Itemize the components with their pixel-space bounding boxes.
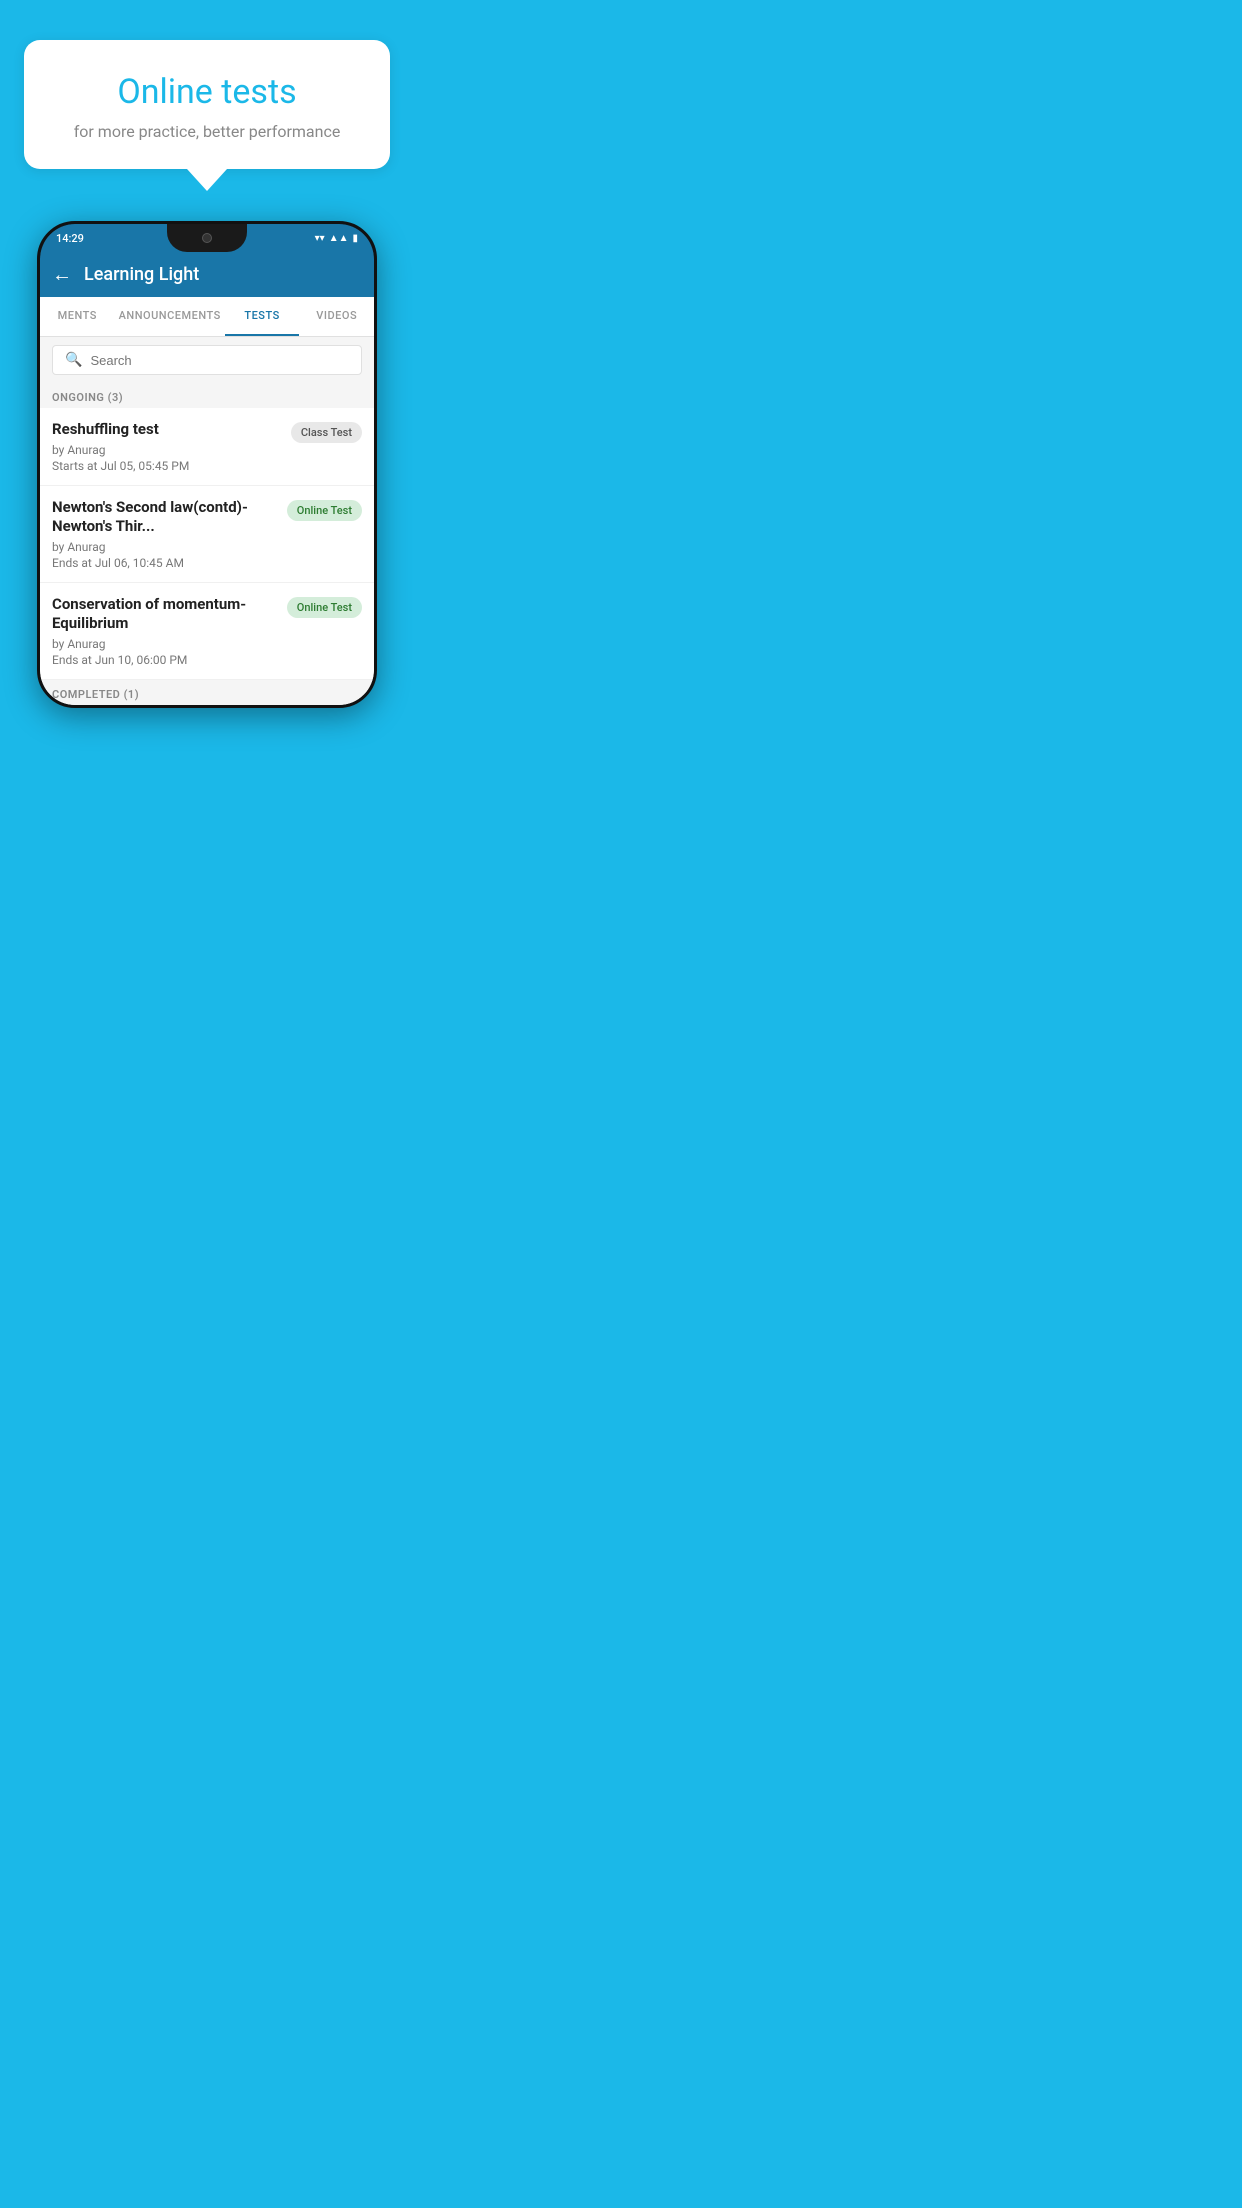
test-author: by Anurag bbox=[52, 540, 279, 554]
notch-camera bbox=[202, 233, 212, 243]
app-header: ← Learning Light bbox=[40, 252, 374, 297]
tab-ments[interactable]: MENTS bbox=[40, 297, 115, 336]
test-time: Ends at Jun 10, 06:00 PM bbox=[52, 653, 279, 667]
speech-bubble-card: Online tests for more practice, better p… bbox=[24, 40, 390, 169]
test-title: Newton's Second law(contd)-Newton's Thir… bbox=[52, 498, 279, 537]
status-time: 14:29 bbox=[56, 232, 84, 245]
test-badge: Online Test bbox=[287, 500, 362, 521]
test-author: by Anurag bbox=[52, 637, 279, 651]
signal-icon: ▲▲ bbox=[329, 233, 349, 244]
search-icon: 🔍 bbox=[65, 352, 82, 368]
volume-down-button bbox=[37, 414, 39, 454]
tab-bar: MENTS ANNOUNCEMENTS TESTS VIDEOS bbox=[40, 297, 374, 337]
phone-frame: 14:29 ▾▾ ▲▲ ▮ ← Learning Light MENTS ANN… bbox=[37, 221, 377, 708]
test-badge: Online Test bbox=[287, 597, 362, 618]
tab-tests[interactable]: TESTS bbox=[225, 297, 300, 336]
volume-silent-button bbox=[37, 324, 39, 352]
power-button bbox=[375, 344, 377, 384]
test-badge: Class Test bbox=[291, 422, 362, 443]
phone-screen: 14:29 ▾▾ ▲▲ ▮ ← Learning Light MENTS ANN… bbox=[40, 224, 374, 705]
test-item[interactable]: Conservation of momentum-Equilibrium by … bbox=[40, 583, 374, 680]
test-title: Reshuffling test bbox=[52, 420, 283, 440]
tab-videos[interactable]: VIDEOS bbox=[299, 297, 374, 336]
test-title: Conservation of momentum-Equilibrium bbox=[52, 595, 279, 634]
test-info: Newton's Second law(contd)-Newton's Thir… bbox=[52, 498, 279, 570]
test-time: Starts at Jul 05, 05:45 PM bbox=[52, 459, 283, 473]
test-author: by Anurag bbox=[52, 443, 283, 457]
test-time: Ends at Jul 06, 10:45 AM bbox=[52, 556, 279, 570]
speech-bubble-section: Online tests for more practice, better p… bbox=[0, 0, 414, 169]
battery-icon: ▮ bbox=[352, 233, 358, 244]
completed-section-header: COMPLETED (1) bbox=[40, 680, 374, 705]
test-info: Reshuffling test by Anurag Starts at Jul… bbox=[52, 420, 283, 473]
wifi-icon: ▾▾ bbox=[315, 233, 325, 244]
search-input[interactable] bbox=[90, 353, 349, 368]
bubble-subtitle: for more practice, better performance bbox=[48, 122, 366, 141]
search-bar: 🔍 bbox=[40, 337, 374, 383]
test-item[interactable]: Reshuffling test by Anurag Starts at Jul… bbox=[40, 408, 374, 486]
test-info: Conservation of momentum-Equilibrium by … bbox=[52, 595, 279, 667]
search-input-wrapper[interactable]: 🔍 bbox=[52, 345, 362, 375]
back-button[interactable]: ← bbox=[52, 262, 72, 287]
ongoing-section-header: ONGOING (3) bbox=[40, 383, 374, 408]
bubble-title: Online tests bbox=[48, 72, 366, 112]
phone-notch bbox=[167, 224, 247, 252]
status-icons: ▾▾ ▲▲ ▮ bbox=[315, 233, 358, 244]
phone-content: ONGOING (3) Reshuffling test by Anurag S… bbox=[40, 383, 374, 705]
tab-announcements[interactable]: ANNOUNCEMENTS bbox=[115, 297, 225, 336]
test-item[interactable]: Newton's Second law(contd)-Newton's Thir… bbox=[40, 486, 374, 583]
volume-up-button bbox=[37, 364, 39, 404]
phone-wrapper: 14:29 ▾▾ ▲▲ ▮ ← Learning Light MENTS ANN… bbox=[0, 221, 414, 708]
app-title: Learning Light bbox=[84, 264, 199, 285]
